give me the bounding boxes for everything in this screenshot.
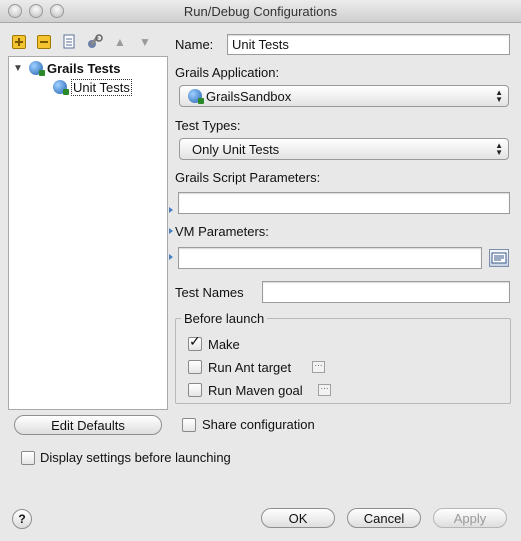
move-up-button[interactable]: ▲ — [111, 33, 129, 51]
copy-configuration-button[interactable] — [61, 33, 79, 51]
splitter-marker-icon[interactable] — [169, 228, 173, 234]
minus-icon — [37, 35, 51, 49]
run-maven-goal-label: Run Maven goal — [208, 383, 303, 398]
test-types-select[interactable]: Only Unit Tests ▲ ▼ — [179, 138, 509, 160]
grails-config-icon — [53, 80, 69, 95]
remove-configuration-button[interactable] — [35, 33, 53, 51]
grails-application-label: Grails Application: — [175, 65, 280, 80]
help-button[interactable]: ? — [12, 509, 32, 529]
window-title: Run/Debug Configurations — [183, 4, 338, 19]
name-input[interactable] — [227, 34, 510, 55]
edit-defaults-toolbar-button[interactable] — [86, 33, 104, 51]
text-editor-icon — [491, 252, 507, 264]
add-configuration-button[interactable] — [10, 33, 28, 51]
cancel-button[interactable]: Cancel — [347, 508, 421, 528]
test-names-input[interactable] — [262, 281, 510, 303]
test-types-label: Test Types: — [175, 118, 241, 133]
wrench-icon — [88, 34, 103, 48]
run-ant-target-label: Run Ant target — [208, 360, 292, 375]
grails-application-select[interactable]: GrailsSandbox ▲ ▼ — [179, 85, 509, 107]
grails-config-icon — [29, 61, 45, 76]
checkmark-icon: ✓ — [189, 333, 201, 349]
tree-item-label: Grails Tests — [47, 60, 121, 76]
before-launch-title: Before launch — [181, 311, 268, 326]
share-configuration-checkbox[interactable] — [182, 418, 196, 432]
grails-script-parameters-label: Grails Script Parameters: — [175, 170, 321, 185]
test-types-value: Only Unit Tests — [192, 141, 280, 157]
move-down-button[interactable]: ▼ — [136, 33, 154, 51]
ok-button[interactable]: OK — [261, 508, 335, 528]
name-label: Name: — [175, 37, 214, 52]
display-settings-label: Display settings before launching — [40, 450, 231, 465]
tree-item-unit-tests[interactable]: Unit Tests — [53, 78, 132, 96]
copy-icon — [63, 34, 75, 49]
vm-parameters-input[interactable] — [178, 247, 482, 269]
grails-app-icon — [188, 89, 204, 104]
arrow-down-icon: ▼ — [139, 35, 151, 49]
run-debug-configurations-window: Run/Debug Configurations ▲ ▼ ▼ Grails Te… — [0, 0, 521, 541]
share-configuration-label: Share configuration — [202, 417, 315, 432]
select-arrows-icon: ▲ ▼ — [495, 141, 503, 157]
expand-marker-icon[interactable] — [169, 207, 173, 213]
expand-arrow-icon[interactable]: ▼ — [13, 63, 29, 74]
title-bar: Run/Debug Configurations — [0, 0, 521, 23]
run-ant-target-options-button[interactable]: ··· — [312, 361, 325, 373]
expand-editor-button[interactable] — [489, 249, 509, 267]
grails-application-value: GrailsSandbox — [206, 88, 292, 104]
expand-marker-icon[interactable] — [169, 254, 173, 260]
run-maven-goal-options-button[interactable]: ··· — [318, 384, 331, 396]
run-ant-target-checkbox[interactable] — [188, 360, 202, 374]
test-names-label: Test Names — [175, 285, 244, 300]
select-arrows-icon: ▲ ▼ — [495, 88, 503, 104]
make-label: Make — [208, 337, 240, 352]
run-maven-goal-checkbox[interactable] — [188, 383, 202, 397]
edit-defaults-button[interactable]: Edit Defaults — [14, 415, 162, 435]
apply-button[interactable]: Apply — [433, 508, 507, 528]
vm-parameters-label: VM Parameters: — [175, 224, 269, 239]
tree-item-grails-tests[interactable]: ▼ Grails Tests — [13, 59, 120, 77]
display-settings-checkbox[interactable] — [21, 451, 35, 465]
configurations-tree[interactable]: ▼ Grails Tests Unit Tests — [8, 56, 168, 410]
grails-script-parameters-input[interactable] — [178, 192, 510, 214]
arrow-up-icon: ▲ — [114, 35, 126, 49]
tree-item-label: Unit Tests — [71, 78, 132, 96]
plus-icon — [12, 35, 26, 49]
